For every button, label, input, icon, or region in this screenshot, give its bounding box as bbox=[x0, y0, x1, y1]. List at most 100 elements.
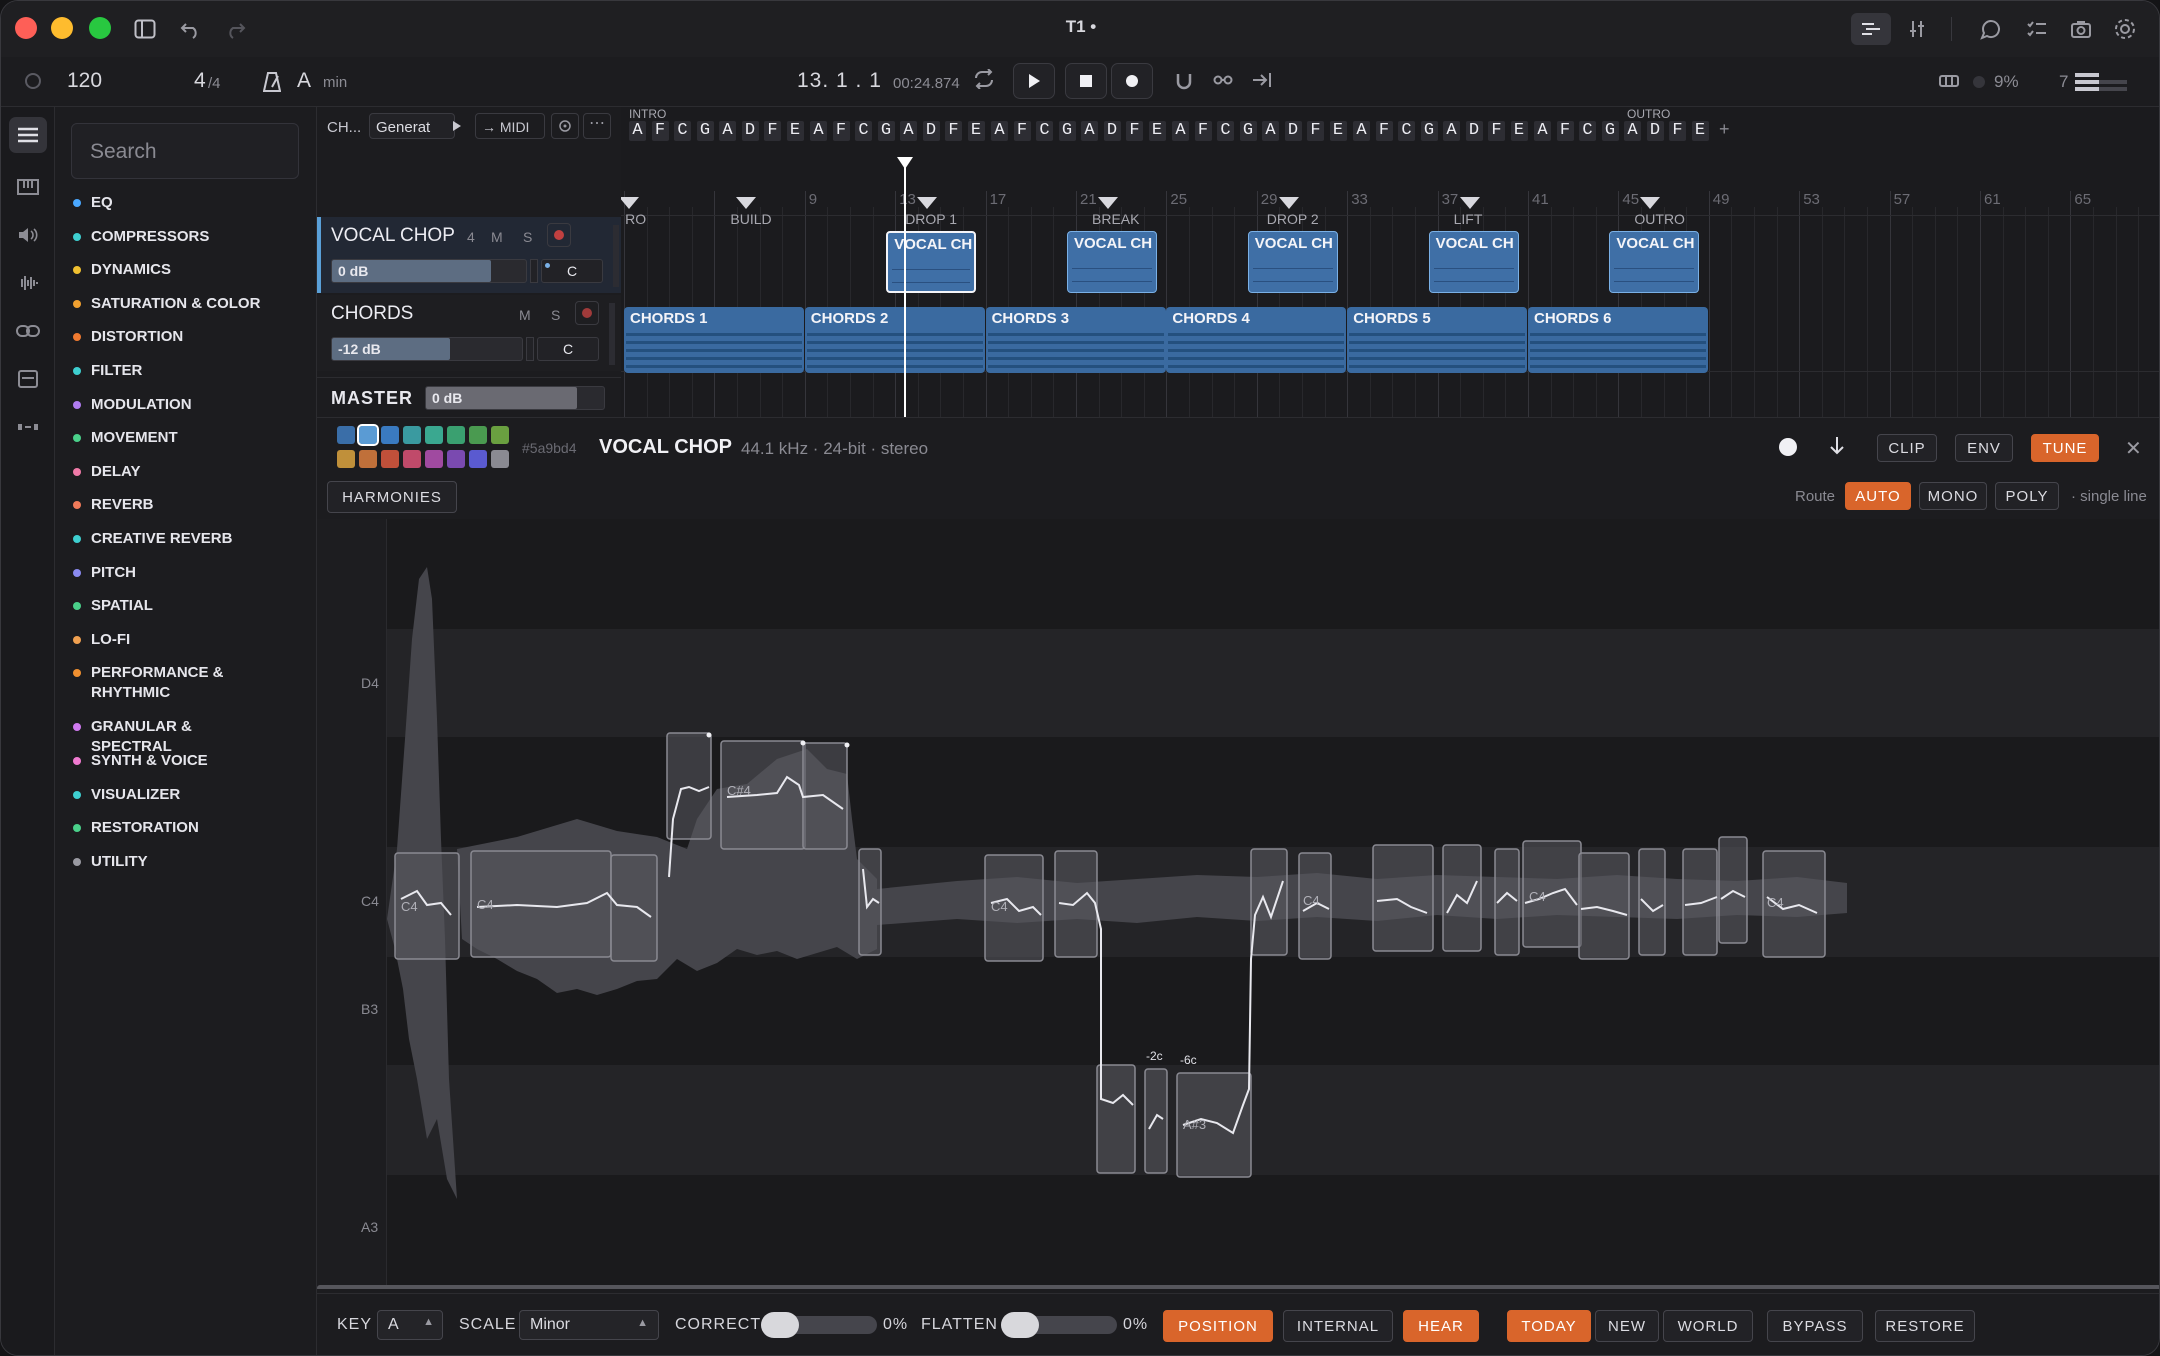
chord-cell[interactable]: A bbox=[1081, 121, 1098, 141]
waveform-icon[interactable] bbox=[9, 265, 47, 301]
category-item[interactable]: UTILITY bbox=[73, 852, 303, 872]
solo-button[interactable]: S bbox=[551, 307, 560, 323]
chord-cell[interactable]: G bbox=[1058, 121, 1076, 141]
color-swatch[interactable] bbox=[491, 426, 509, 444]
track-name[interactable]: CHORDS bbox=[331, 303, 413, 325]
today-button[interactable]: TODAY bbox=[1507, 1310, 1591, 1342]
chat-icon[interactable] bbox=[1971, 13, 2011, 45]
chord-cell[interactable]: E bbox=[1148, 121, 1166, 141]
chord-cell[interactable]: E bbox=[967, 121, 985, 141]
chord-cell[interactable]: F bbox=[1375, 121, 1393, 141]
chord-cell[interactable]: E bbox=[1510, 121, 1528, 141]
arm-record-button[interactable] bbox=[575, 301, 599, 325]
chord-cell[interactable]: C bbox=[1217, 121, 1234, 141]
tab-clip[interactable]: CLIP bbox=[1877, 434, 1937, 462]
color-swatch[interactable] bbox=[359, 450, 377, 468]
color-swatch[interactable] bbox=[447, 426, 465, 444]
chord-cell[interactable]: A bbox=[1443, 121, 1460, 141]
to-midi-button[interactable]: → MIDI bbox=[475, 113, 545, 139]
chord-cell[interactable]: F bbox=[651, 121, 669, 141]
color-swatches[interactable] bbox=[337, 424, 517, 470]
world-button[interactable]: WORLD bbox=[1663, 1310, 1753, 1342]
category-item[interactable]: REVERB bbox=[73, 495, 303, 515]
piano-keys-icon[interactable] bbox=[9, 169, 47, 205]
chord-cell[interactable]: G bbox=[1601, 121, 1619, 141]
route-poly-button[interactable]: POLY bbox=[1995, 482, 2059, 510]
color-swatch[interactable] bbox=[357, 424, 379, 446]
chord-cell[interactable]: C bbox=[1036, 121, 1053, 141]
position-button[interactable]: POSITION bbox=[1163, 1310, 1273, 1342]
metronome-icon[interactable] bbox=[262, 71, 282, 98]
correct-slider-knob[interactable] bbox=[761, 1312, 799, 1338]
checklist-icon[interactable] bbox=[2017, 13, 2057, 45]
settings-gear-icon[interactable] bbox=[2105, 13, 2145, 45]
chord-clip[interactable]: CHORDS 6 bbox=[1528, 307, 1708, 373]
color-swatch[interactable] bbox=[425, 426, 443, 444]
category-item[interactable]: MOVEMENT bbox=[73, 428, 303, 448]
chord-cell[interactable]: F bbox=[945, 121, 962, 141]
route-auto-button[interactable]: AUTO bbox=[1845, 482, 1911, 510]
chord-cell[interactable]: D bbox=[1646, 121, 1664, 141]
harmonies-button[interactable]: HARMONIES bbox=[327, 481, 457, 513]
mixer-view-icon[interactable] bbox=[1897, 13, 1937, 45]
category-item[interactable]: DELAY bbox=[73, 462, 303, 482]
chord-clip[interactable]: CHORDS 1 bbox=[624, 307, 804, 373]
section-marker-icon[interactable] bbox=[1459, 197, 1480, 209]
horizontal-scrollbar[interactable] bbox=[317, 1285, 2159, 1289]
close-editor-icon[interactable]: ✕ bbox=[2125, 436, 2142, 461]
track-vocal-chop[interactable]: VOCAL CHOP 4 M S 0 dB C bbox=[317, 217, 621, 293]
color-swatch[interactable] bbox=[469, 426, 487, 444]
chord-cell[interactable]: A bbox=[1172, 121, 1189, 141]
route-mono-button[interactable]: MONO bbox=[1919, 482, 1987, 510]
chord-clip[interactable]: CHORDS 3 bbox=[985, 307, 1166, 373]
chord-cell[interactable]: A bbox=[1262, 121, 1279, 141]
chord-cell[interactable]: C bbox=[674, 121, 691, 141]
master-track[interactable]: MASTER 0 dB bbox=[317, 377, 621, 417]
add-chord-button[interactable]: + bbox=[1719, 119, 1730, 140]
chord-cell[interactable]: A bbox=[1353, 121, 1370, 141]
category-item[interactable]: LO-FI bbox=[73, 630, 303, 650]
chord-cell[interactable]: F bbox=[1013, 121, 1031, 141]
category-item[interactable]: MODULATION bbox=[73, 395, 303, 415]
section-marker-icon[interactable] bbox=[621, 197, 640, 209]
section-marker-icon[interactable] bbox=[1098, 197, 1118, 209]
link-icon[interactable] bbox=[1213, 73, 1233, 92]
chord-cell[interactable]: F bbox=[1556, 121, 1574, 141]
vocal-clip[interactable]: VOCAL CH bbox=[1609, 231, 1700, 293]
section-marker-icon[interactable] bbox=[1640, 197, 1661, 209]
chord-cell[interactable]: F bbox=[1194, 121, 1212, 141]
track-volume-fader[interactable]: 0 dB bbox=[331, 259, 527, 283]
chord-cell[interactable]: F bbox=[832, 121, 850, 141]
category-item[interactable]: CREATIVE REVERB bbox=[73, 529, 303, 549]
arm-record-button[interactable] bbox=[547, 223, 571, 247]
vocal-clip[interactable]: VOCAL CH bbox=[886, 231, 977, 293]
chord-cell[interactable]: A bbox=[1534, 121, 1551, 141]
browser-list-icon[interactable] bbox=[9, 117, 47, 153]
chord-cell[interactable]: E bbox=[1691, 121, 1709, 141]
section-marker-icon[interactable] bbox=[1278, 197, 1299, 209]
chord-cell[interactable]: A bbox=[1624, 121, 1641, 141]
chord-cell[interactable]: A bbox=[991, 121, 1008, 141]
tab-env[interactable]: ENV bbox=[1955, 434, 2013, 462]
category-item[interactable]: FILTER bbox=[73, 361, 303, 381]
color-swatch[interactable] bbox=[337, 426, 355, 444]
mute-button[interactable]: M bbox=[491, 229, 503, 245]
mixer-faders-icon[interactable] bbox=[9, 409, 47, 445]
section-marker-icon[interactable] bbox=[736, 197, 757, 209]
chord-clip[interactable]: CHORDS 4 bbox=[1166, 307, 1347, 373]
tempo-value[interactable]: 120 bbox=[67, 69, 102, 93]
category-item[interactable]: PERFORMANCE & RHYTHMIC bbox=[73, 663, 303, 703]
tab-tune[interactable]: TUNE bbox=[2031, 434, 2099, 462]
search-input[interactable]: Search bbox=[71, 123, 299, 179]
chord-cell[interactable]: F bbox=[1488, 121, 1505, 141]
more-options-icon[interactable]: ⋯ bbox=[583, 113, 611, 139]
record-dot-icon[interactable] bbox=[1779, 438, 1797, 456]
chord-cell[interactable]: F bbox=[1669, 121, 1686, 141]
section-marker-icon[interactable] bbox=[917, 197, 938, 209]
master-volume-fader[interactable]: 0 dB bbox=[425, 386, 605, 410]
bypass-button[interactable]: BYPASS bbox=[1767, 1310, 1863, 1342]
chord-cell[interactable]: A bbox=[900, 121, 917, 141]
jump-to-end-icon[interactable] bbox=[1251, 71, 1273, 94]
category-item[interactable]: VISUALIZER bbox=[73, 785, 303, 805]
color-swatch[interactable] bbox=[381, 426, 399, 444]
